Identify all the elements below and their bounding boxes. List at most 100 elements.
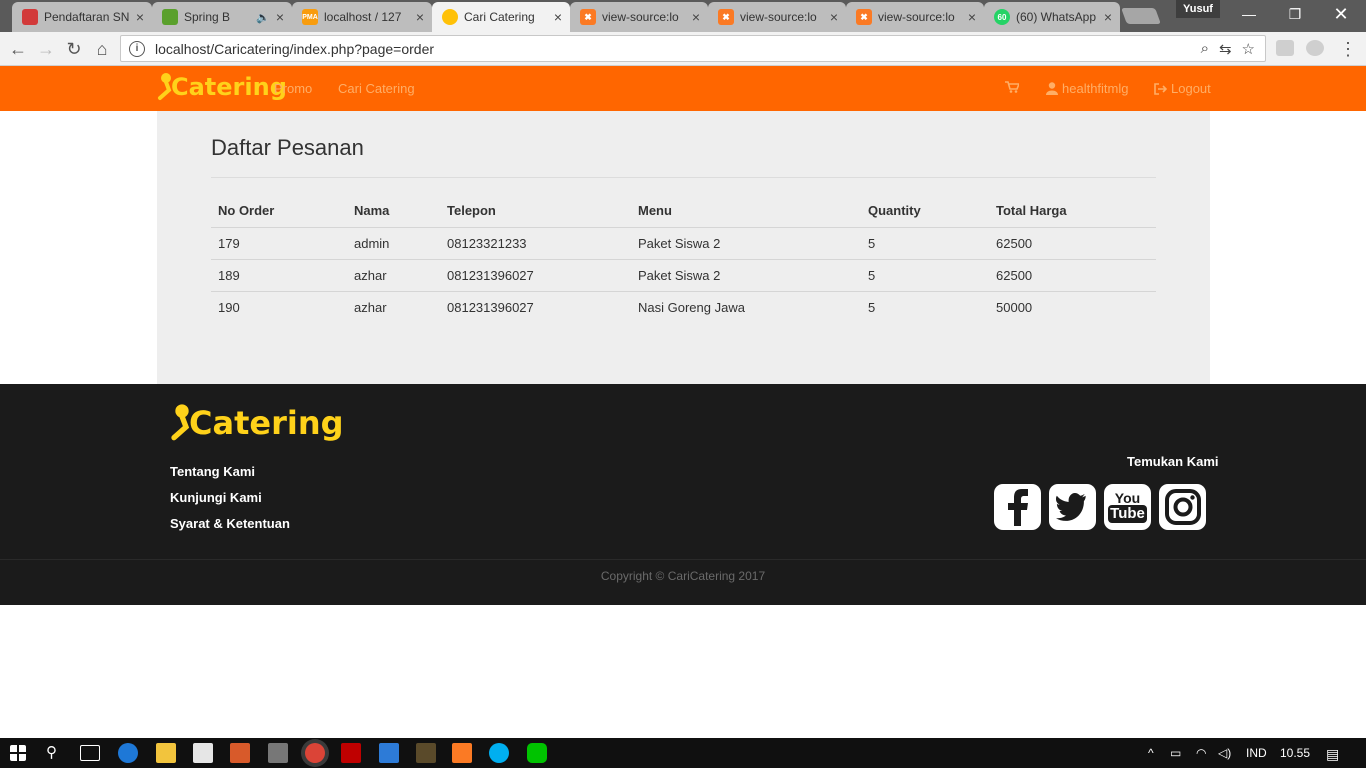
- tab-label: view-source:lo: [740, 10, 817, 24]
- wifi-icon[interactable]: ◠: [1196, 746, 1206, 760]
- instagram-icon[interactable]: [1159, 484, 1206, 530]
- tab-view-source-1[interactable]: ✖ view-source:lo ×: [570, 2, 708, 32]
- table-cell: 08123321233: [440, 227, 631, 260]
- xampp-favicon-icon: ✖: [580, 9, 596, 25]
- table-cell: admin: [347, 227, 440, 260]
- window-close-icon[interactable]: ✕: [1318, 4, 1364, 24]
- tab-whatsapp[interactable]: 60 (60) WhatsApp ×: [984, 2, 1120, 32]
- xampp-icon[interactable]: [452, 743, 472, 763]
- search-icon[interactable]: ⚲: [46, 743, 57, 761]
- app-icon[interactable]: [379, 743, 399, 763]
- new-tab-button[interactable]: [1121, 8, 1161, 24]
- minimize-icon[interactable]: —: [1226, 4, 1272, 24]
- footer-link-tentang[interactable]: Tentang Kami: [170, 464, 255, 479]
- filezilla-icon[interactable]: [341, 743, 361, 763]
- home-icon[interactable]: ⌂: [90, 37, 114, 61]
- translate-icon[interactable]: ⇆: [1219, 40, 1232, 58]
- table-cell: Nasi Goreng Jawa: [638, 299, 745, 315]
- column-header: Nama: [347, 195, 440, 228]
- tab-label: Cari Catering: [464, 10, 535, 24]
- info-icon[interactable]: i: [129, 40, 145, 57]
- table-cell: Paket Siswa 2: [631, 259, 861, 292]
- app-icon[interactable]: [230, 743, 250, 763]
- url-text[interactable]: localhost/Caricatering/index.php?page=or…: [155, 41, 1201, 57]
- profile-button[interactable]: Yusuf: [1176, 0, 1220, 18]
- nav-promo[interactable]: Promo: [274, 81, 312, 96]
- close-icon[interactable]: ×: [416, 9, 424, 25]
- close-icon[interactable]: ×: [276, 9, 284, 25]
- volume-icon[interactable]: ◁): [1218, 746, 1231, 760]
- tab-phpmyadmin[interactable]: PMA localhost / 127 ×: [292, 2, 432, 32]
- table-row: 189 azhar 081231396027 Paket Siswa 2 5 6…: [211, 259, 1156, 292]
- tab-spring[interactable]: Spring B 🔈 ×: [152, 2, 292, 32]
- column-header: Telepon: [440, 195, 631, 228]
- logout-link[interactable]: Logout: [1154, 81, 1211, 96]
- language-indicator[interactable]: IND: [1246, 746, 1267, 760]
- table-header-row: No Order Nama Telepon Menu Quantity Tota…: [211, 195, 1156, 228]
- file-explorer-icon[interactable]: [156, 743, 176, 763]
- windows-start-icon[interactable]: [10, 745, 26, 761]
- close-icon[interactable]: ×: [692, 9, 700, 25]
- clock[interactable]: 10.55: [1280, 746, 1310, 760]
- close-icon[interactable]: ×: [1104, 9, 1112, 25]
- brand-logo[interactable]: Catering: [157, 72, 287, 102]
- cart-icon[interactable]: [1005, 81, 1019, 93]
- back-icon[interactable]: ←: [6, 37, 30, 61]
- store-icon[interactable]: [193, 743, 213, 763]
- reload-icon[interactable]: ↻: [62, 37, 86, 61]
- xampp-favicon-icon: ✖: [856, 9, 872, 25]
- notification-icon[interactable]: ▤: [1326, 746, 1339, 763]
- close-icon[interactable]: ×: [968, 9, 976, 25]
- table-cell: 5: [861, 259, 989, 292]
- nav-cari-catering[interactable]: Cari Catering: [338, 81, 415, 96]
- extension-icon[interactable]: [1306, 40, 1324, 56]
- footer-link-kunjungi[interactable]: Kunjungi Kami: [170, 490, 262, 505]
- tab-label: (60) WhatsApp: [1016, 10, 1097, 24]
- column-header: No Order: [211, 195, 347, 228]
- chrome-icon[interactable]: [305, 743, 325, 763]
- app-icon[interactable]: [416, 743, 436, 763]
- close-icon[interactable]: ×: [554, 9, 562, 25]
- tab-view-source-2[interactable]: ✖ view-source:lo ×: [708, 2, 846, 32]
- task-view-icon[interactable]: [80, 745, 100, 761]
- username: healthfitmlg: [1062, 81, 1129, 96]
- menu-icon[interactable]: ⋮: [1336, 37, 1360, 61]
- close-icon[interactable]: ×: [830, 9, 838, 25]
- user-menu[interactable]: healthfitmlg: [1046, 81, 1128, 96]
- user-icon: [1046, 82, 1058, 95]
- close-icon[interactable]: ×: [136, 9, 144, 25]
- copyright-text: Copyright © CariCatering 2017: [600, 569, 766, 583]
- edge-icon[interactable]: [118, 743, 138, 763]
- app-icon[interactable]: [268, 743, 288, 763]
- table-cell: 190: [218, 299, 240, 315]
- restore-icon[interactable]: ❐: [1272, 4, 1318, 24]
- twitter-icon[interactable]: [1049, 484, 1096, 530]
- skype-icon[interactable]: [489, 743, 509, 763]
- line-icon[interactable]: [527, 743, 547, 763]
- bookmark-star-icon[interactable]: ☆: [1242, 40, 1255, 58]
- forward-icon[interactable]: →: [34, 37, 58, 61]
- table-cell: azhar: [354, 299, 387, 315]
- extension-icon[interactable]: [1276, 40, 1294, 56]
- catering-favicon-icon: [442, 9, 458, 25]
- table-cell: 081231396027: [447, 299, 534, 315]
- table-cell: 50000: [996, 299, 1033, 315]
- youtube-bottom-text: Tube: [1108, 505, 1147, 523]
- battery-icon[interactable]: ▭: [1170, 746, 1181, 760]
- spring-favicon-icon: [162, 9, 178, 25]
- youtube-icon[interactable]: You Tube: [1104, 484, 1151, 530]
- tab-label: view-source:lo: [602, 10, 679, 24]
- site-navbar: Catering Promo Cari Catering healthfitml…: [0, 66, 1366, 111]
- address-bar[interactable]: i localhost/Caricatering/index.php?page=…: [120, 35, 1266, 62]
- tab-label: view-source:lo: [878, 10, 955, 24]
- phpmyadmin-favicon-icon: PMA: [302, 9, 318, 25]
- tab-label: Pendaftaran SN: [44, 10, 130, 24]
- whatsapp-favicon-icon: 60: [994, 9, 1010, 25]
- tab-cari-catering[interactable]: Cari Catering ×: [432, 2, 570, 32]
- footer-link-syarat[interactable]: Syarat & Ketentuan: [170, 516, 290, 531]
- facebook-icon[interactable]: [994, 484, 1041, 530]
- zoom-icon[interactable]: ⌕: [1201, 40, 1209, 57]
- chevron-up-icon[interactable]: ^: [1148, 746, 1154, 760]
- tab-view-source-3[interactable]: ✖ view-source:lo ×: [846, 2, 984, 32]
- tab-pendaftaran[interactable]: Pendaftaran SN ×: [12, 2, 152, 32]
